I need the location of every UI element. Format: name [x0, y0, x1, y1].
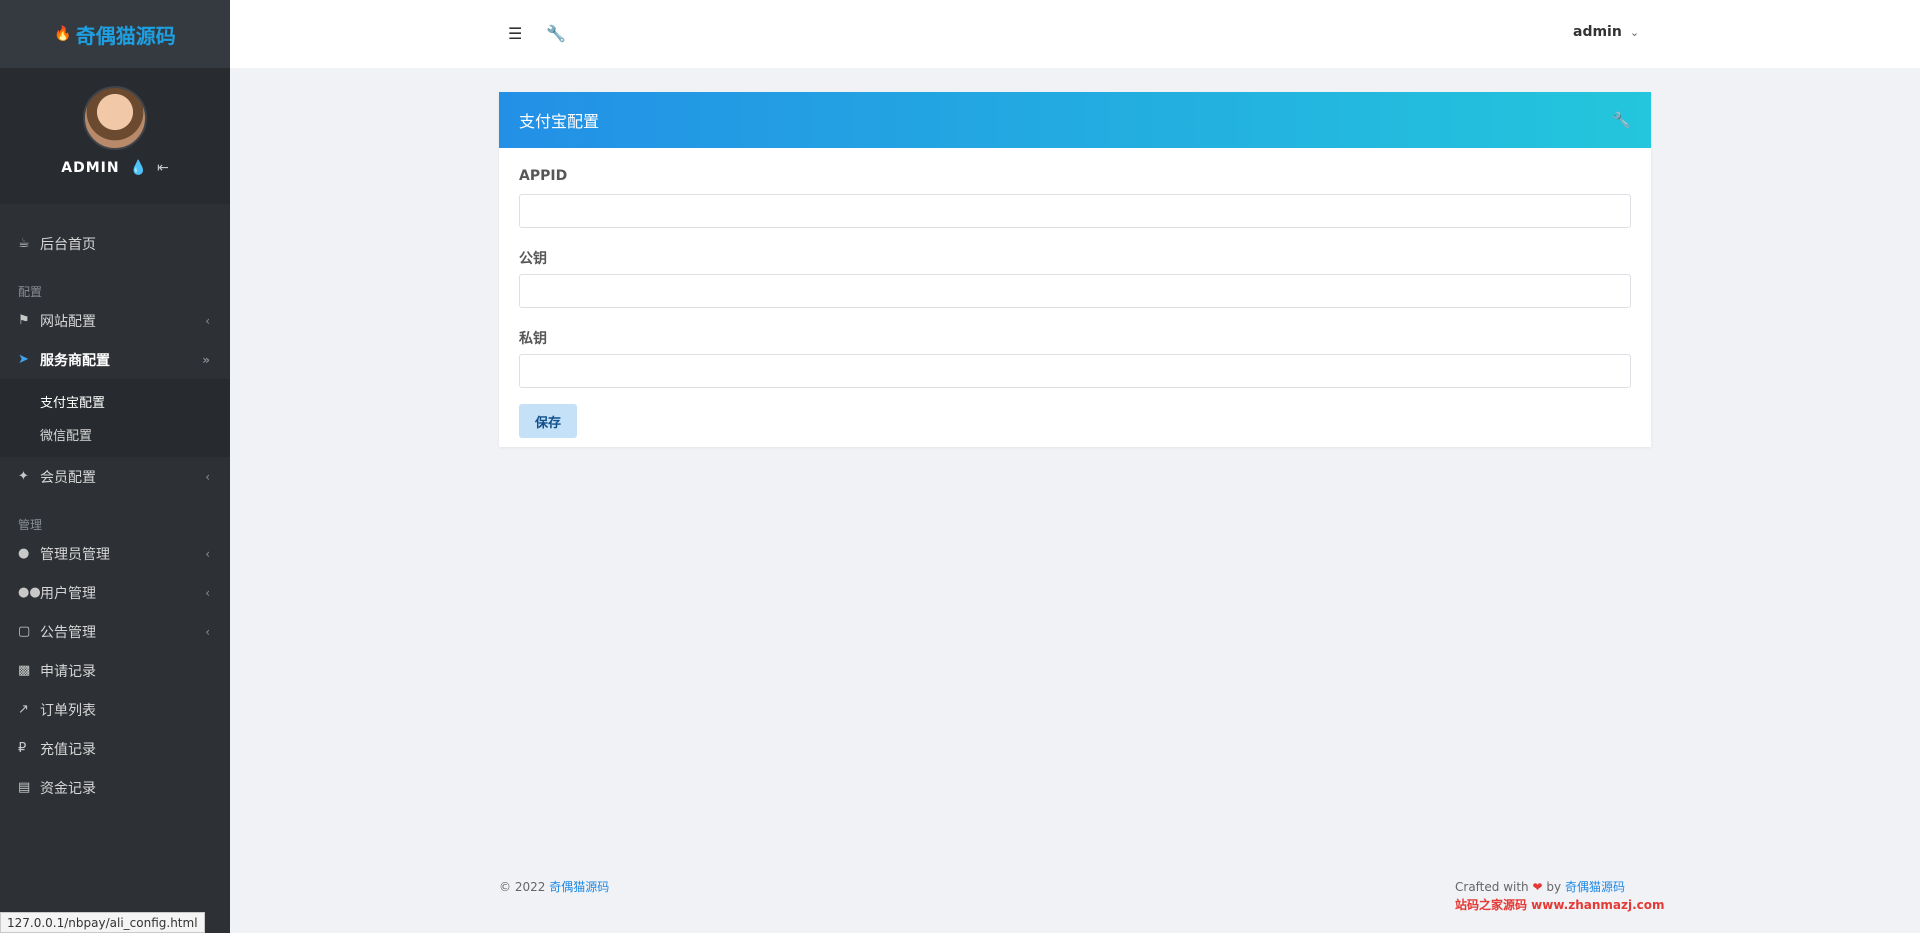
public-key-label: 公钥 [519, 251, 547, 267]
sidebar-nav: ☕ 后台首页 配置 ⚑ 网站配置 ‹ ➤ 服务商配置 » 支付宝配置 微信配置 … [0, 204, 230, 807]
chevron-left-icon: ‹ [205, 546, 210, 561]
sidebar-item-site-config[interactable]: ⚑ 网站配置 ‹ [0, 301, 230, 340]
sidebar-item-home[interactable]: ☕ 后台首页 [0, 224, 230, 263]
sidebar-item-admin-manage[interactable]: ● 管理员管理 ‹ [0, 534, 230, 573]
sidebar-item-label: 申请记录 [40, 663, 96, 680]
list-icon: ▤ [18, 780, 31, 795]
appid-input[interactable] [519, 194, 1631, 228]
magic-wand-icon: ✦ [18, 469, 29, 484]
section-header-config: 配置 [18, 284, 43, 299]
sidebar-item-order-list[interactable]: ↗ 订单列表 [0, 690, 230, 729]
logout-icon[interactable]: ⇤ [157, 160, 169, 176]
wrench-icon[interactable]: 🔧 [1612, 111, 1631, 129]
profile-panel: ADMIN 💧 ⇤ [0, 68, 230, 204]
heart-icon: ❤ [1532, 880, 1543, 894]
user-icon: ● [18, 546, 30, 561]
public-key-input[interactable] [519, 274, 1631, 308]
footer-author-link[interactable]: 奇偶猫源码 [1565, 880, 1625, 894]
chevron-left-icon: ‹ [205, 313, 210, 328]
sidebar-item-label: 订单列表 [40, 702, 96, 719]
appid-label: APPID [519, 168, 568, 184]
sidebar-subitem-alipay[interactable]: 支付宝配置 [0, 385, 230, 418]
brand-name: 奇偶猫源码 [75, 23, 176, 48]
sidebar: 🔥 奇偶猫源码 ADMIN 💧 ⇤ ☕ 后台首页 配置 ⚑ 网站配置 ‹ ➤ 服… [0, 0, 230, 933]
crafted-with-text: Crafted with [1455, 880, 1529, 894]
sidebar-subitem-wechat[interactable]: 微信配置 [0, 418, 230, 451]
copyright-text: © 2022 [499, 880, 546, 894]
sidebar-item-recharge-records[interactable]: ₽ 充值记录 [0, 729, 230, 768]
footer-credits: Crafted with ❤ by 奇偶猫源码 站码之家源码 www.zhanm… [1455, 878, 1665, 914]
section-header-manage: 管理 [18, 517, 43, 532]
config-form: APPID 公钥 私钥 保存 [499, 148, 1651, 458]
sidebar-item-label: 公告管理 [40, 624, 96, 641]
card-header: 支付宝配置 🔧 [499, 92, 1651, 148]
sidebar-item-fund-records[interactable]: ▤ 资金记录 [0, 768, 230, 807]
chevron-double-down-icon: » [202, 352, 210, 367]
chevron-left-icon: ‹ [205, 624, 210, 639]
droplet-icon[interactable]: 💧 [130, 160, 147, 176]
chevron-left-icon: ‹ [205, 585, 210, 600]
tag-icon: ⚑ [18, 313, 30, 328]
menu-toggle-icon[interactable]: ☰ [508, 24, 522, 43]
paper-plane-icon: ➤ [18, 352, 29, 367]
card-title: 支付宝配置 [519, 112, 600, 131]
line-chart-icon: ↗ [18, 702, 29, 717]
sidebar-item-label: 充值记录 [40, 741, 96, 758]
private-key-input[interactable] [519, 354, 1631, 388]
comment-icon: ▢ [18, 624, 31, 639]
by-text: by [1546, 880, 1562, 894]
wrench-icon[interactable]: 🔧 [546, 24, 566, 43]
watermark-text: 站码之家源码 www.zhanmazj.com [1455, 898, 1665, 912]
sidebar-item-apply-records[interactable]: ▩ 申请记录 [0, 651, 230, 690]
cup-icon: ☕ [18, 236, 30, 251]
avatar[interactable] [83, 86, 147, 150]
sidebar-item-label: 网站配置 [40, 313, 96, 330]
chevron-down-icon: ⌄ [1629, 25, 1640, 39]
chevron-left-icon: ‹ [205, 469, 210, 484]
sidebar-item-provider-config[interactable]: ➤ 服务商配置 » [0, 340, 230, 379]
private-key-label: 私钥 [519, 331, 547, 347]
user-dropdown-label: admin [1573, 24, 1622, 40]
sidebar-item-label: 后台首页 [40, 236, 96, 253]
bar-chart-icon: ▩ [18, 663, 31, 678]
user-dropdown[interactable]: admin ⌄ [1573, 24, 1639, 40]
sidebar-item-notice-manage[interactable]: ▢ 公告管理 ‹ [0, 612, 230, 651]
brand-logo[interactable]: 🔥 奇偶猫源码 [0, 0, 230, 68]
sidebar-item-user-manage[interactable]: ●● 用户管理 ‹ [0, 573, 230, 612]
footer-brand-link[interactable]: 奇偶猫源码 [549, 880, 609, 894]
sidebar-item-label: 服务商配置 [40, 352, 110, 369]
sidebar-item-member-config[interactable]: ✦ 会员配置 ‹ [0, 457, 230, 496]
ruble-icon: ₽ [18, 741, 27, 756]
save-button[interactable]: 保存 [519, 404, 577, 438]
sidebar-item-label: 用户管理 [40, 585, 96, 602]
topbar: ☰ 🔧 admin ⌄ [230, 0, 1920, 68]
sidebar-item-label: 资金记录 [40, 780, 96, 797]
alipay-config-card: 支付宝配置 🔧 APPID 公钥 私钥 保存 [499, 92, 1651, 447]
sidebar-item-label: 管理员管理 [40, 546, 110, 563]
sidebar-item-label: 会员配置 [40, 469, 96, 486]
users-icon: ●● [18, 585, 41, 600]
browser-status-url: 127.0.0.1/nbpay/ali_config.html [0, 912, 205, 933]
footer-copyright: © 2022 奇偶猫源码 [499, 878, 609, 895]
submenu-provider: 支付宝配置 微信配置 [0, 379, 230, 457]
flame-icon: 🔥 [54, 26, 72, 42]
profile-name[interactable]: ADMIN [61, 160, 119, 176]
